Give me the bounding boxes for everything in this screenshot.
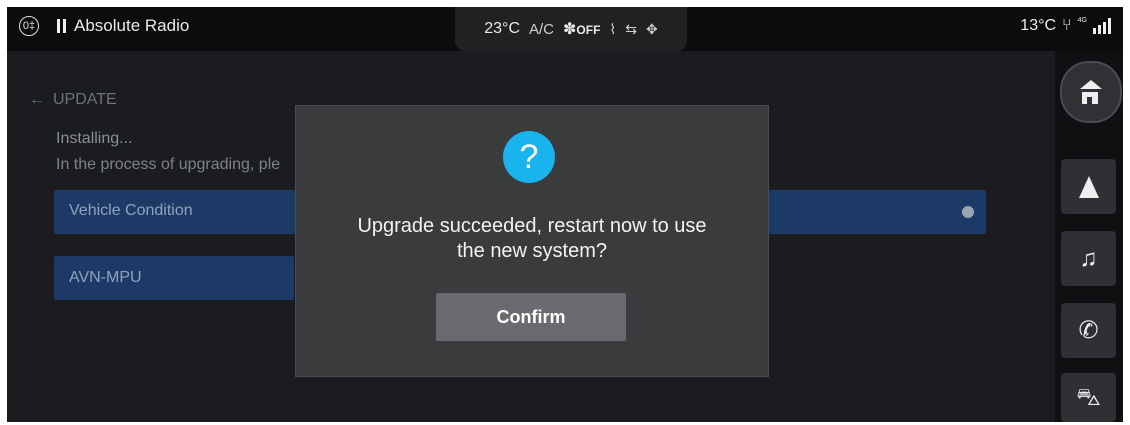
fan-status-label: OFF bbox=[576, 23, 601, 37]
dialog-message-line-2: the new system? bbox=[456, 240, 608, 262]
cabin-temperature[interactable]: 23°C bbox=[484, 20, 520, 38]
list-item-label: Vehicle Condition bbox=[69, 202, 193, 219]
phone-button[interactable]: ✆ bbox=[1061, 303, 1116, 358]
check-icon bbox=[962, 206, 974, 218]
car-icon: ⛍ bbox=[1076, 383, 1101, 411]
recirculation-icon[interactable]: ⇆ bbox=[625, 21, 637, 38]
back-arrow-icon[interactable]: ← bbox=[29, 91, 45, 109]
status-bar: 0‡ Absolute Radio 23°C A/C ✽OFF ⌇ ⇆ ✥ 13… bbox=[7, 7, 1123, 51]
installing-status: Installing... bbox=[56, 130, 133, 147]
list-item-label: AVN-MPU bbox=[69, 269, 142, 286]
fan-icon: ✽ bbox=[563, 21, 577, 38]
seat-heating-icon[interactable]: ✥ bbox=[646, 21, 658, 38]
list-item-avn-mpu[interactable]: AVN-MPU bbox=[54, 256, 294, 300]
back-navigation[interactable]: ← UPDATE bbox=[29, 91, 117, 109]
dialog-message: Upgrade succeeded, restart now to use th… bbox=[326, 214, 738, 264]
media-title[interactable]: Absolute Radio bbox=[74, 16, 189, 36]
navigation-button[interactable] bbox=[1061, 159, 1116, 214]
music-button[interactable]: ♫ bbox=[1061, 231, 1116, 286]
upgrade-warning-text: In the process of upgrading, ple bbox=[56, 156, 281, 173]
navigation-arrow-icon bbox=[1078, 175, 1099, 198]
fog-light-icon: 0‡ bbox=[19, 16, 39, 36]
status-left: 0‡ Absolute Radio bbox=[19, 16, 189, 36]
home-button[interactable] bbox=[1060, 61, 1122, 123]
phone-icon: ✆ bbox=[1078, 316, 1099, 344]
climate-bar[interactable]: 23°C A/C ✽OFF ⌇ ⇆ ✥ bbox=[455, 7, 687, 51]
vehicle-button[interactable]: ⛍ bbox=[1061, 373, 1116, 422]
home-icon bbox=[1080, 79, 1102, 104]
dialog-message-line-1: Upgrade succeeded, restart now to use bbox=[357, 215, 707, 237]
head-unit-screen: 0‡ Absolute Radio 23°C A/C ✽OFF ⌇ ⇆ ✥ 13… bbox=[7, 7, 1123, 422]
status-right: 13°C ⑂ 4G bbox=[1020, 17, 1111, 35]
defrost-icon[interactable]: ⌇ bbox=[609, 21, 616, 38]
app-dock: ♫ ✆ ⛍ bbox=[1055, 51, 1123, 422]
fan-status[interactable]: ✽OFF bbox=[563, 19, 600, 39]
signal-strength-icon bbox=[1093, 18, 1111, 34]
ac-label[interactable]: A/C bbox=[529, 21, 554, 38]
question-icon: ? bbox=[503, 131, 555, 183]
network-type: 4G bbox=[1077, 16, 1087, 24]
usb-icon: ⑂ bbox=[1062, 17, 1072, 34]
page-title: UPDATE bbox=[53, 91, 117, 108]
outside-temperature: 13°C bbox=[1020, 17, 1057, 34]
upgrade-dialog: ? Upgrade succeeded, restart now to use … bbox=[295, 105, 769, 377]
music-note-icon: ♫ bbox=[1079, 244, 1098, 272]
confirm-button[interactable]: Confirm bbox=[436, 293, 626, 341]
pause-icon[interactable] bbox=[57, 19, 66, 33]
